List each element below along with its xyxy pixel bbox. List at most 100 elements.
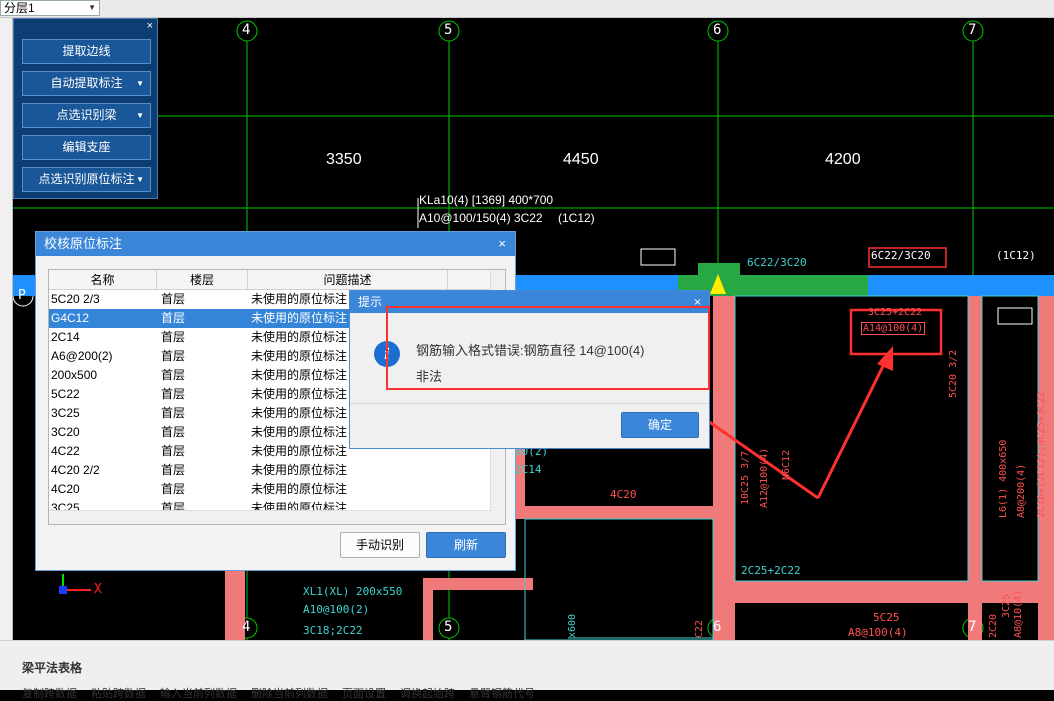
top-rebar-1: 6C22/3C20 [747,256,807,269]
error-highlight-box [386,306,710,390]
verify-dialog-title: 校核原位标注 [44,236,123,251]
top-rebar-3: (1C12) [996,249,1036,262]
axis-label-4-bottom: 4 [242,619,251,635]
cell-floor: 首层 [161,463,186,477]
layer-select[interactable]: 分层1 ▼ [0,0,100,16]
vertical-l6: L6(1) 400x650 [998,439,1009,518]
cad-2c20: 2C20 [988,613,999,638]
chevron-down-icon[interactable]: ▼ [136,168,144,191]
horizontal-scrollbar[interactable] [49,510,492,524]
pick-identify-beam-button[interactable]: 点选识别梁 ▼ [22,103,151,128]
table-row[interactable]: 4C20 首层 未使用的原位标注 [49,480,505,499]
extract-edge-label: 提取边线 [62,44,111,58]
cell-desc: 未使用的原位标注 [251,368,348,382]
vertical-a12: A12@100(4) [759,447,770,508]
manual-identify-button[interactable]: 手动识别 [340,532,420,558]
prompt-divider [350,403,709,404]
dim-4200: 4200 [825,151,861,168]
axis-label-4: 4 [242,22,251,38]
cell-name: 3C25 [51,406,80,420]
chevron-down-icon[interactable]: ▼ [136,104,144,127]
top-rebar-2: 6C22/3C20 [871,249,931,262]
auto-extract-label: 自动提取标注 [50,76,123,90]
cell-desc: 未使用的原位标注 [251,330,348,344]
cell-desc: 未使用的原位标注 [251,311,348,325]
left-strip [0,18,13,640]
cell-name: A6@200(2) [51,349,113,363]
cell-name: 2C14 [51,330,80,344]
cell-desc: 未使用的原位标注 [251,425,348,439]
pick-identify-inplace-button[interactable]: 点选识别原位标注 ▼ [22,167,151,192]
vertical-5c20: 5C20 3/2 [948,349,959,398]
dim-4450: 4450 [563,151,599,168]
edit-support-button[interactable]: 编辑支座 [22,135,151,160]
vertical-2c16: 2C16+(2C12);4C25+3C22 [1036,391,1047,518]
cell-desc: 未使用的原位标注 [251,406,348,420]
cad-2c25: 2C25+2C22 [741,564,801,577]
cad-3c25: 3C25 [1001,593,1012,618]
beam-table-toolbar: 复制跨数据 粘贴跨数据 输入当前列数据 删除当前列数据 页面设置 调换起始跨 悬臂钢筋代号 [22,685,549,700]
table-row[interactable]: 4C20 2/2 首层 未使用的原位标注 [49,461,505,480]
cell-name: G4C12 [51,311,90,325]
beam-label-2b: (1C12) [558,211,595,225]
cell-floor: 首层 [161,406,186,420]
axis-label-6-bottom: 6 [713,619,722,635]
column-name[interactable]: 名称 [49,270,157,290]
axis-label-5-bottom: 5 [444,619,453,635]
cell-floor: 首层 [161,425,186,439]
ok-button[interactable]: 确定 [621,412,699,438]
cell-floor: 首层 [161,349,186,363]
close-icon[interactable]: × [147,20,153,32]
top-bar: 分层1 ▼ [0,0,1054,18]
axis-label-7: 7 [968,22,977,38]
beam-table-title: 梁平法表格 [22,661,83,675]
cell-desc: 未使用的原位标注 [251,387,348,401]
cell-name: 4C22 [51,444,80,458]
cell-floor: 首层 [161,311,186,325]
cell-desc: 未使用的原位标注 [251,292,348,306]
extract-edge-button[interactable]: 提取边线 [22,39,151,64]
beam-table-panel: 梁平法表格 复制跨数据 粘贴跨数据 输入当前列数据 删除当前列数据 页面设置 调换起始跨悬… [0,640,1054,700]
beam-label-2: A10@100/150(4) 3C22 [419,211,543,225]
vertical-10c25: 10C25 3/7 [740,450,751,505]
close-icon[interactable]: × [498,232,506,256]
beam-tool-panel: × 提取边线 自动提取标注 ▼ 点选识别梁 ▼ 编辑支座 点选识别原位标注 ▼ [13,18,158,199]
axis-label-p: P [18,288,26,303]
cell-name: 3C20 [51,425,80,439]
refresh-button[interactable]: 刷新 [426,532,506,558]
cell-floor: 首层 [161,387,186,401]
cell-name: 4C20 [51,482,80,496]
beam-label-1: KLa10(4) [1369] 400*700 [419,193,554,207]
cad-xl1: XL1(XL) 200x550 [303,585,403,598]
cell-desc: 未使用的原位标注 [251,463,348,477]
axis-label-5: 5 [444,22,453,38]
verify-table-header: 名称 楼层 问题描述 [49,270,505,290]
column-description[interactable]: 问题描述 [248,270,448,290]
verify-dialog-titlebar[interactable]: 校核原位标注 × [36,232,515,256]
cell-desc: 未使用的原位标注 [251,349,348,363]
cell-floor: 首层 [161,292,186,306]
pick-identify-inplace-label: 点选识别原位标注 [38,172,135,186]
cad-5c25: 5C25 [873,611,900,624]
chevron-down-icon[interactable]: ▼ [136,72,144,95]
chevron-down-icon: ▼ [88,3,96,12]
cell-name: 4C20 2/2 [51,463,100,477]
auto-extract-annotation-button[interactable]: 自动提取标注 ▼ [22,71,151,96]
vertical-a8: A8@200(4) [1016,463,1027,518]
cell-name: 5C22 [51,387,80,401]
cell-floor: 首层 [161,444,186,458]
cad-c22: C22 [694,619,705,638]
cell-floor: 首层 [161,482,186,496]
pick-identify-beam-label: 点选识别梁 [56,108,117,122]
prompt-dialog-title: 提示 [358,295,383,309]
layer-select-value: 分层1 [4,1,35,15]
column-floor[interactable]: 楼层 [157,270,248,290]
axis-label-6: 6 [713,22,722,38]
cad-3c18: 3C18;2C22 [303,624,363,637]
cad-4c20: 4C20 [610,488,637,501]
cell-name: 5C20 2/3 [51,292,100,306]
mid-rebar-1: 3C25+2C22 [868,307,923,318]
edit-support-label: 编辑支座 [62,140,111,154]
ucs-x-label: X [94,582,102,597]
prompt-dialog: 提示 × i 钢筋输入格式错误:钢筋直径 14@100(4) 非法 确定 [349,290,710,449]
